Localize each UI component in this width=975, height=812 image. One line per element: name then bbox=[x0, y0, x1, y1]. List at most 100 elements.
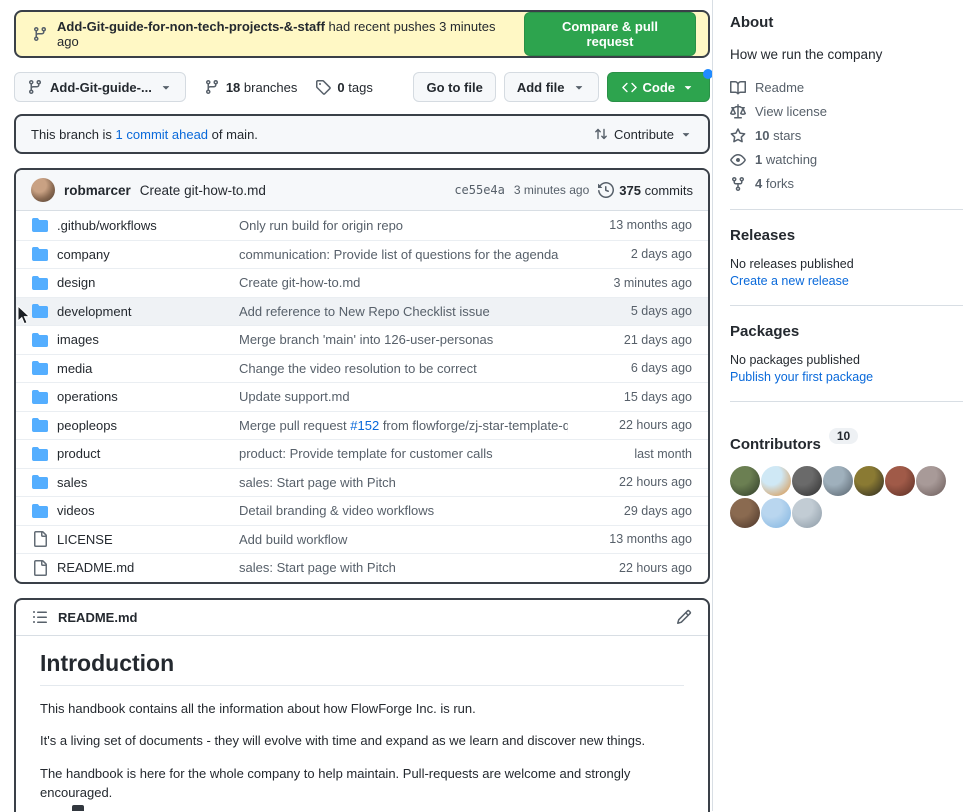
commit-ahead-link[interactable]: 1 commit ahead bbox=[116, 127, 209, 142]
contributor-avatar[interactable] bbox=[761, 466, 791, 496]
file-name-cell: peopleops bbox=[16, 417, 239, 433]
file-row[interactable]: product product: Provide template for cus… bbox=[16, 439, 708, 468]
sidebar-link-label: Readme bbox=[755, 80, 804, 95]
file-commit-message[interactable]: Merge pull request #152 from flowforge/z… bbox=[239, 418, 568, 433]
file-name-link[interactable]: images bbox=[57, 332, 99, 347]
file-commit-message[interactable]: sales: Start page with Pitch bbox=[239, 560, 568, 575]
file-row[interactable]: media Change the video resolution to be c… bbox=[16, 354, 708, 383]
edit-pencil-icon[interactable] bbox=[676, 609, 692, 625]
file-name-link[interactable]: LICENSE bbox=[57, 532, 113, 547]
create-release-link[interactable]: Create a new release bbox=[730, 274, 963, 288]
file-commit-time: 2 days ago bbox=[568, 247, 708, 261]
contributors-section: Contributors 10 bbox=[730, 419, 963, 528]
contributor-avatar[interactable] bbox=[823, 466, 853, 496]
file-commit-message[interactable]: Add build workflow bbox=[239, 532, 568, 547]
sidebar-about-link[interactable]: 1 watching bbox=[730, 152, 963, 168]
file-name-link[interactable]: operations bbox=[57, 389, 118, 404]
contributor-avatar[interactable] bbox=[792, 498, 822, 528]
sidebar-divider bbox=[730, 209, 963, 210]
contribute-dropdown[interactable]: Contribute bbox=[593, 126, 693, 142]
file-name-link[interactable]: development bbox=[57, 304, 131, 319]
packages-empty-text: No packages published bbox=[730, 353, 963, 367]
commit-sha-link[interactable]: ce55e4a bbox=[454, 183, 505, 197]
file-row[interactable]: .github/workflows Only run build for orig… bbox=[16, 211, 708, 240]
file-name-link[interactable]: videos bbox=[57, 503, 95, 518]
git-branch-icon bbox=[27, 79, 43, 95]
contributor-avatar[interactable] bbox=[792, 466, 822, 496]
file-name-cell: design bbox=[16, 275, 239, 291]
file-commit-message[interactable]: Add reference to New Repo Checklist issu… bbox=[239, 304, 568, 319]
branches-link[interactable]: 18 branches bbox=[204, 79, 298, 95]
file-row[interactable]: images Merge branch 'main' into 126-user-… bbox=[16, 325, 708, 354]
branches-tags-links: 18 branches 0 tags bbox=[204, 79, 373, 95]
sidebar-about-link[interactable]: View license bbox=[730, 104, 963, 120]
file-name-link[interactable]: README.md bbox=[57, 560, 134, 575]
contributor-avatar[interactable] bbox=[730, 498, 760, 528]
file-name-link[interactable]: media bbox=[57, 361, 92, 376]
file-row[interactable]: LICENSEAdd build workflow13 months ago bbox=[16, 525, 708, 554]
code-icon bbox=[622, 80, 637, 95]
compare-pull-request-button[interactable]: Compare & pull request bbox=[524, 12, 696, 56]
file-commit-message[interactable]: Update support.md bbox=[239, 389, 568, 404]
file-name-link[interactable]: design bbox=[57, 275, 95, 290]
readme-header: README.md bbox=[16, 600, 708, 636]
file-row[interactable]: salessales: Start page with Pitch22 hour… bbox=[16, 468, 708, 497]
file-name-cell: product bbox=[16, 446, 239, 462]
publish-package-link[interactable]: Publish your first package bbox=[730, 370, 963, 384]
add-file-dropdown[interactable]: Add file bbox=[504, 72, 599, 102]
commit-time: 3 minutes ago bbox=[514, 183, 589, 197]
readme-paragraph: This handbook contains all the informati… bbox=[40, 699, 652, 719]
file-row[interactable]: development Add reference to New Repo Che… bbox=[16, 297, 708, 326]
folder-icon bbox=[32, 275, 48, 291]
file-name-link[interactable]: sales bbox=[57, 475, 87, 490]
sidebar-about-link[interactable]: Readme bbox=[730, 80, 963, 96]
file-name-link[interactable]: product bbox=[57, 446, 100, 461]
contributors-title: Contributors bbox=[730, 436, 821, 453]
commit-message-link[interactable]: Create git-how-to.md bbox=[140, 183, 266, 198]
file-commit-time: 15 days ago bbox=[568, 390, 708, 404]
contributor-avatar[interactable] bbox=[854, 466, 884, 496]
file-commit-message[interactable]: communication: Provide list of questions… bbox=[239, 247, 568, 262]
file-name-link[interactable]: peopleops bbox=[57, 418, 117, 433]
commit-author-avatar[interactable] bbox=[31, 178, 55, 202]
sidebar-about-link[interactable]: 10 stars bbox=[730, 128, 963, 144]
folder-icon bbox=[32, 389, 48, 405]
file-row[interactable]: designCreate git-how-to.md3 minutes ago bbox=[16, 268, 708, 297]
contributor-avatar[interactable] bbox=[916, 466, 946, 496]
file-commit-message[interactable]: Only run build for origin repo bbox=[239, 218, 568, 233]
sidebar-about-link[interactable]: 4 forks bbox=[730, 176, 963, 192]
repo-description: How we run the company bbox=[730, 46, 963, 65]
file-row[interactable]: videosDetail branding & video workflows2… bbox=[16, 496, 708, 525]
license-scale-icon bbox=[730, 104, 746, 120]
tags-link[interactable]: 0 tags bbox=[315, 79, 372, 95]
file-commit-message[interactable]: Create git-how-to.md bbox=[239, 275, 568, 290]
contributor-avatar[interactable] bbox=[730, 466, 760, 496]
go-to-file-button[interactable]: Go to file bbox=[413, 72, 495, 102]
contributor-avatar[interactable] bbox=[885, 466, 915, 496]
pr-number-link[interactable]: #152 bbox=[350, 418, 379, 433]
file-commit-message[interactable]: product: Provide template for customer c… bbox=[239, 446, 568, 461]
column-divider bbox=[712, 0, 713, 811]
branch-selector-dropdown[interactable]: Add-Git-guide-... bbox=[14, 72, 186, 102]
file-name-link[interactable]: .github/workflows bbox=[57, 218, 157, 233]
readme-filename[interactable]: README.md bbox=[58, 610, 137, 625]
file-row[interactable]: README.mdsales: Start page with Pitch22 … bbox=[16, 553, 708, 582]
commit-history-link[interactable]: 375 commits bbox=[598, 182, 693, 198]
contributor-avatar[interactable] bbox=[761, 498, 791, 528]
list-outline-icon[interactable] bbox=[32, 609, 48, 625]
file-row[interactable]: company communication: Provide list of qu… bbox=[16, 240, 708, 269]
file-row[interactable]: operations Update support.md15 days ago bbox=[16, 382, 708, 411]
commit-author-link[interactable]: robmarcer bbox=[64, 183, 131, 198]
file-commit-message[interactable]: Change the video resolution to be correc… bbox=[239, 361, 568, 376]
file-commit-message[interactable]: Merge branch 'main' into 126-user-person… bbox=[239, 332, 568, 347]
file-name-link[interactable]: company bbox=[57, 247, 110, 262]
file-commit-message[interactable]: sales: Start page with Pitch bbox=[239, 475, 568, 490]
branch-status-bar: This branch is 1 commit ahead of main. C… bbox=[14, 114, 710, 154]
about-links: Readme View license 10 stars 1 watching 4 fo… bbox=[730, 80, 963, 192]
packages-title: Packages bbox=[730, 323, 963, 340]
file-row[interactable]: peopleops Merge pull request #152 from fl… bbox=[16, 411, 708, 440]
file-commit-message[interactable]: Detail branding & video workflows bbox=[239, 503, 568, 518]
folder-icon bbox=[32, 503, 48, 519]
code-dropdown-button[interactable]: Code bbox=[607, 72, 711, 102]
file-table: robmarcer Create git-how-to.md ce55e4a 3… bbox=[14, 168, 710, 584]
